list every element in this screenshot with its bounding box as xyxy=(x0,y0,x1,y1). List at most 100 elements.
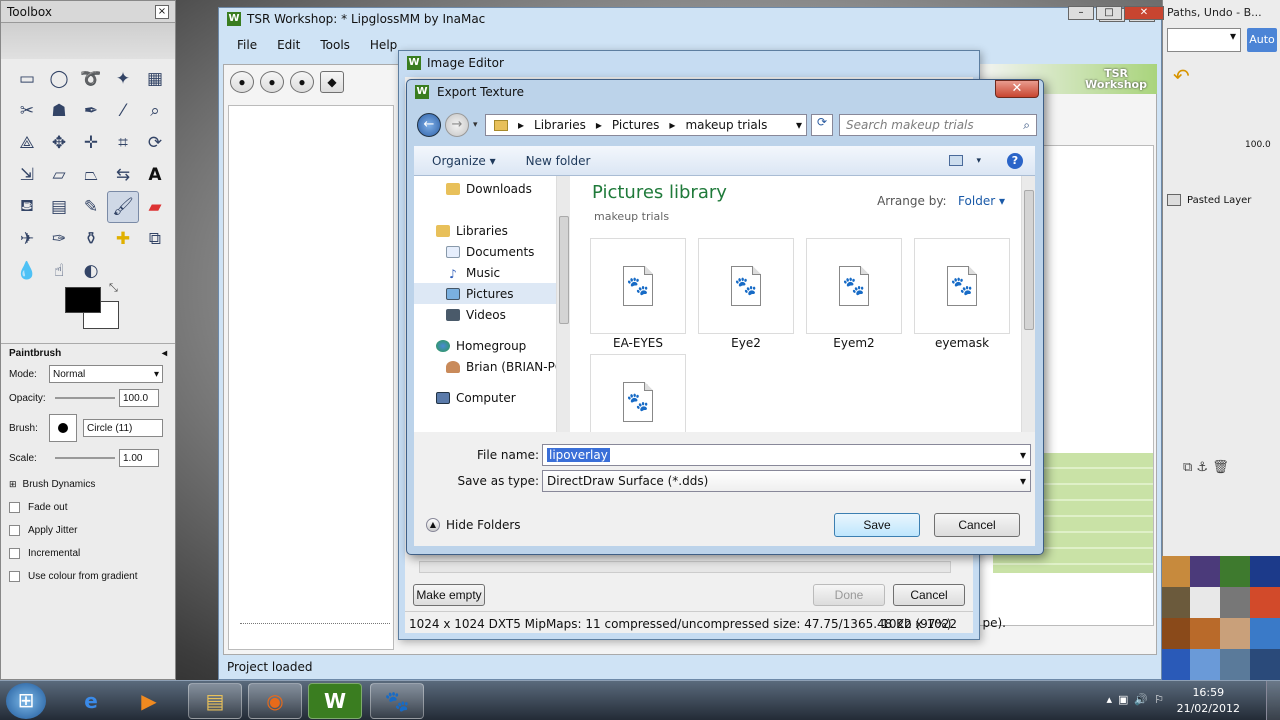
zoom-slider[interactable] xyxy=(240,612,390,624)
blur-icon[interactable]: 💧 xyxy=(11,255,43,287)
brush-preview[interactable] xyxy=(49,414,77,442)
nav-item-computer[interactable]: Computer xyxy=(414,387,569,408)
fuzzy-select-icon[interactable]: ✦ xyxy=(107,63,139,95)
file-item[interactable]: 🐾 Eye2 xyxy=(698,238,794,350)
file-name-input[interactable]: lipoverlay ▾ xyxy=(542,444,1031,466)
ellipse-select-icon[interactable]: ◯ xyxy=(43,63,75,95)
search-input[interactable]: Search makeup trials ⌕ xyxy=(839,114,1037,136)
bucket-fill-icon[interactable]: ⛾ xyxy=(11,191,43,223)
foreground-color-swatch[interactable] xyxy=(65,287,101,313)
make-empty-button[interactable]: Make empty xyxy=(413,584,485,606)
done-button[interactable]: Done xyxy=(813,584,885,606)
gimp-taskbar-button[interactable]: 🐾 xyxy=(370,683,424,719)
mode-select[interactable]: Normal ▾ xyxy=(49,365,163,383)
menu-tools[interactable]: Tools xyxy=(320,38,350,52)
recent-pages-icon[interactable]: ▾ xyxy=(473,120,478,130)
pattern-swatch[interactable] xyxy=(1250,556,1280,587)
airbrush-icon[interactable]: ✈ xyxy=(11,223,43,255)
color-select-icon[interactable]: ▦ xyxy=(139,63,171,95)
text-icon[interactable]: A xyxy=(139,159,171,191)
help-icon[interactable]: ? xyxy=(1007,152,1023,169)
save-button[interactable]: Save xyxy=(834,513,920,537)
brush-name-field[interactable]: Circle (11) xyxy=(83,419,163,437)
pattern-swatch[interactable] xyxy=(1250,649,1280,680)
scale-slider[interactable] xyxy=(55,457,115,459)
internet-explorer-icon[interactable]: e xyxy=(64,683,118,719)
menu-help[interactable]: Help xyxy=(370,38,397,52)
smudge-icon[interactable]: ☝ xyxy=(43,255,75,287)
pattern-swatch[interactable] xyxy=(1160,649,1190,680)
dodge-burn-icon[interactable]: ◐ xyxy=(75,255,107,287)
heal-icon[interactable]: ✚ xyxy=(107,223,139,255)
use-colour-checkbox[interactable] xyxy=(9,571,20,582)
pattern-swatch[interactable] xyxy=(1190,556,1220,587)
show-desktop-button[interactable] xyxy=(1266,681,1280,720)
pattern-swatch[interactable] xyxy=(1160,587,1190,618)
pattern-swatch[interactable] xyxy=(1220,587,1250,618)
breadcrumb[interactable]: ▸ Libraries ▸ Pictures ▸ makeup trials ▾ xyxy=(485,114,807,136)
eraser-icon[interactable]: ▰ xyxy=(139,191,171,223)
back-button[interactable]: ← xyxy=(417,113,441,137)
toolbar-circle-button[interactable]: ● xyxy=(290,71,314,93)
file-item[interactable]: 🐾 xyxy=(590,354,686,434)
media-player-icon[interactable]: ▶ xyxy=(122,683,176,719)
file-item[interactable]: 🐾 eyemask xyxy=(914,238,1010,350)
lasso-icon[interactable]: ➰ xyxy=(75,63,107,95)
fade-out-checkbox[interactable] xyxy=(9,502,20,513)
clock[interactable]: 16:59 21/02/2012 xyxy=(1177,685,1240,717)
refresh-icon[interactable]: ⟳ xyxy=(811,114,833,136)
explorer-taskbar-button[interactable]: ▤ xyxy=(188,683,242,719)
foreground-select-icon[interactable]: ☗ xyxy=(43,95,75,127)
crop-icon[interactable]: ⌗ xyxy=(107,127,139,159)
pattern-swatch[interactable] xyxy=(1190,587,1220,618)
breadcrumb-libraries[interactable]: Libraries xyxy=(534,118,586,132)
blend-icon[interactable]: ▤ xyxy=(43,191,75,223)
firefox-taskbar-button[interactable]: ◉ xyxy=(248,683,302,719)
organize-button[interactable]: Organize ▾ xyxy=(432,154,496,168)
file-item[interactable]: 🐾 EA-EYES xyxy=(590,238,686,350)
swap-colors-icon[interactable]: ⤡ xyxy=(109,281,118,295)
nav-item-documents[interactable]: Documents xyxy=(414,241,569,262)
chevron-down-icon[interactable]: ▾ xyxy=(1020,448,1026,462)
chevron-down-icon[interactable]: ▾ xyxy=(796,118,802,132)
measure-icon[interactable]: ⟁ xyxy=(11,127,43,159)
shear-icon[interactable]: ▱ xyxy=(43,159,75,191)
clone-icon[interactable]: ⚱ xyxy=(75,223,107,255)
scale-input[interactable]: 1.00 xyxy=(119,449,159,467)
toolbar-diamond-button[interactable]: ◆ xyxy=(320,71,344,93)
auto-button[interactable]: Auto xyxy=(1247,28,1277,52)
nav-item-brian[interactable]: Brian (BRIAN-PC) xyxy=(414,356,569,377)
scissors-icon[interactable]: ✂ xyxy=(11,95,43,127)
apply-jitter-checkbox[interactable] xyxy=(9,525,20,536)
ink-icon[interactable]: ✑ xyxy=(43,223,75,255)
view-options-icon[interactable] xyxy=(949,155,963,166)
close-icon[interactable]: ✕ xyxy=(1124,6,1164,20)
move-icon[interactable]: ✥ xyxy=(43,127,75,159)
nav-item-videos[interactable]: Videos xyxy=(414,304,569,325)
tray-icons[interactable]: ▴▣🔊⚐ xyxy=(1107,693,1170,706)
pattern-swatch[interactable] xyxy=(1220,649,1250,680)
layer-row[interactable]: Pasted Layer xyxy=(1167,188,1277,212)
pattern-swatch[interactable] xyxy=(1190,618,1220,649)
file-list-scroll-thumb[interactable] xyxy=(1024,190,1034,330)
toolbar-circle-button[interactable]: ● xyxy=(230,71,254,93)
nav-scrollbar[interactable] xyxy=(556,176,570,432)
brush-dynamics-expander[interactable]: ⊞ Brush Dynamics xyxy=(9,479,167,490)
tsr-workshop-taskbar-button[interactable]: W xyxy=(308,683,362,719)
breadcrumb-pictures[interactable]: Pictures xyxy=(612,118,660,132)
perspective-clone-icon[interactable]: ⧉ xyxy=(139,223,171,255)
toolbox-close-button[interactable]: × xyxy=(155,4,169,19)
nav-item-downloads[interactable]: Downloads xyxy=(414,178,569,199)
zoom-icon[interactable]: ⌕ xyxy=(139,95,171,127)
pattern-swatch[interactable] xyxy=(1220,556,1250,587)
pattern-swatch[interactable] xyxy=(1190,649,1220,680)
nav-item-homegroup[interactable]: Homegroup xyxy=(414,335,569,356)
pattern-swatch[interactable] xyxy=(1160,618,1190,649)
pencil-icon[interactable]: ✎ xyxy=(75,191,107,223)
cancel-button[interactable]: Cancel xyxy=(934,513,1020,537)
hide-folders-toggle[interactable]: ▲ Hide Folders xyxy=(426,518,521,532)
image-editor-cancel-button[interactable]: Cancel xyxy=(893,584,965,606)
rect-select-icon[interactable]: ▭ xyxy=(11,63,43,95)
menu-file[interactable]: File xyxy=(237,38,257,52)
nav-item-music[interactable]: ♪ Music xyxy=(414,262,569,283)
